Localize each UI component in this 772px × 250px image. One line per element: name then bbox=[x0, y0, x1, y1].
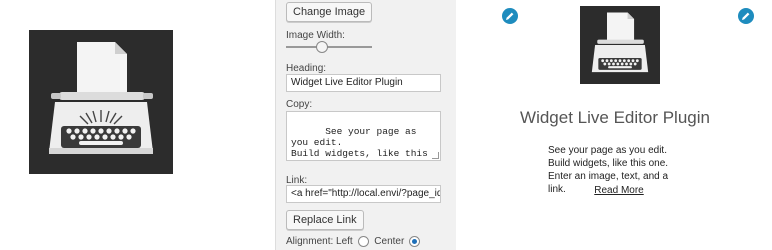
widget-preview-panel: Widget Live Editor Plugin See your page … bbox=[458, 0, 772, 250]
alignment-label: Alignment: bbox=[286, 236, 334, 248]
copy-textarea[interactable]: See your page as you edit. Build widgets… bbox=[286, 111, 441, 161]
widget-editor-screen: Change Image Image Width: Heading: Widge… bbox=[0, 0, 772, 250]
image-width-slider-handle[interactable] bbox=[316, 41, 329, 53]
align-left-radio[interactable] bbox=[357, 236, 369, 247]
pencil-icon[interactable] bbox=[502, 8, 518, 24]
replace-link-button[interactable]: Replace Link bbox=[286, 210, 364, 230]
heading-label: Heading: bbox=[286, 63, 327, 74]
image-width-slider-track[interactable] bbox=[286, 46, 372, 48]
align-center-radio[interactable] bbox=[409, 236, 421, 247]
copy-label: Copy: bbox=[286, 99, 313, 110]
change-image-button[interactable]: Change Image bbox=[286, 2, 373, 22]
link-input[interactable]: <a href="http://local.envi/?page_id=4 bbox=[286, 185, 441, 203]
preview-image bbox=[580, 6, 660, 84]
align-left-label: Left bbox=[336, 236, 353, 248]
widget-editor-panel: Change Image Image Width: Heading: Widge… bbox=[275, 0, 456, 250]
resize-handle[interactable] bbox=[432, 152, 439, 159]
alignment-row: Alignment: Left Center bbox=[286, 236, 423, 247]
pencil-icon[interactable] bbox=[738, 8, 754, 24]
copy-textarea-text: See your page as you edit. Build widgets… bbox=[291, 126, 428, 160]
align-center-label: Center bbox=[374, 236, 405, 248]
read-more-link[interactable]: Read More bbox=[458, 185, 772, 196]
typewriter-icon bbox=[49, 42, 153, 154]
preview-heading: Widget Live Editor Plugin bbox=[520, 108, 710, 127]
image-width-label: Image Width: bbox=[286, 30, 345, 41]
typewriter-icon bbox=[591, 12, 649, 73]
typewriter-image bbox=[29, 30, 173, 174]
heading-input[interactable]: Widget Live Editor Plugin bbox=[286, 74, 441, 92]
